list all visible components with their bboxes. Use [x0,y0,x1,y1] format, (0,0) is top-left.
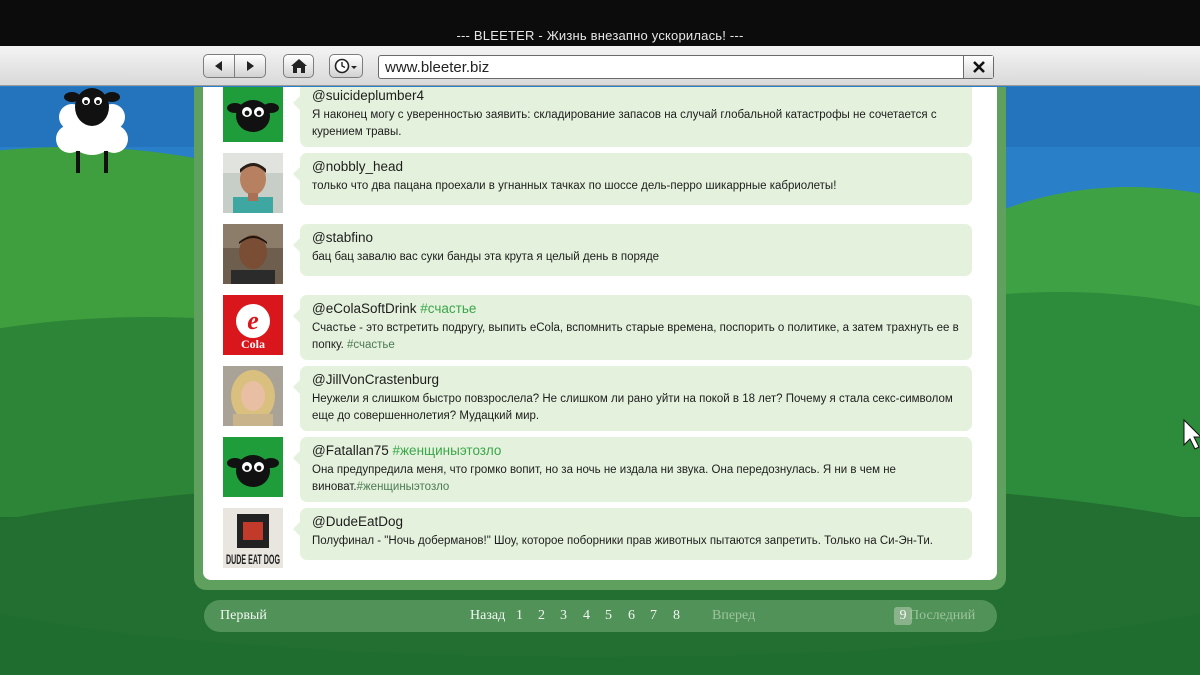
nav-button-group [203,54,266,78]
hashtag-link[interactable]: #женщиныэтозло [393,443,502,458]
window-title: --- BLEETER - Жизнь внезапно ускорилась!… [456,28,744,43]
bleet-bubble: @eColaSoftDrink #счастье Счастье - это в… [293,295,972,360]
dude-eat-dog-logo-avatar[interactable]: DUDE EAT DOG [223,508,283,568]
browser-toolbar [0,46,1200,86]
back-button[interactable] [204,55,234,77]
svg-text:e: e [247,306,259,335]
bleet-post: @suicideplumber4 Я наконец могу с уверен… [203,87,997,147]
prev-page-link[interactable]: Назад [470,608,505,624]
bleet-handle[interactable]: @suicideplumber4 [312,87,960,104]
home-icon [290,59,307,73]
bleet-bubble: @JillVonCrastenburg Неужели я слишком бы… [293,366,972,431]
woman-photo-avatar[interactable] [223,366,283,426]
svg-text:Cola: Cola [241,337,265,351]
bleet-post: e Cola @eColaSoftDrink #счастье Счастье -… [203,288,997,360]
clear-url-button[interactable] [963,56,993,78]
bleet-handle[interactable]: @nobbly_head [312,158,960,175]
feed-panel: @suicideplumber4 Я наконец могу с уверен… [203,87,997,580]
bleet-text: Полуфинал - "Ночь доберманов!" Шоу, кото… [312,535,933,547]
page-link[interactable]: 8 [673,608,680,624]
bleet-bubble: @suicideplumber4 Я наконец могу с уверен… [293,87,972,147]
back-arrow-icon [215,61,223,71]
bleet-text: Я наконец могу с уверенностью заявить: с… [312,109,937,138]
sheep-avatar[interactable] [223,437,283,497]
address-bar [378,55,994,79]
forward-button[interactable] [234,55,265,77]
pagination-bar: Первый Назад 1 2 3 4 5 6 7 8 9 Вперед По… [204,600,997,632]
next-page-link: Вперед [712,608,756,623]
page-link[interactable]: 7 [650,608,657,624]
bleet-handle[interactable]: @JillVonCrastenburg [312,371,960,388]
bleet-bubble: @stabfino бац бац завалю вас суки банды … [293,224,972,276]
page-link[interactable]: 3 [560,608,567,624]
page-link[interactable]: 4 [583,608,590,624]
hashtag-link[interactable]: #женщиныэтозло [357,481,450,493]
bleet-post: @JillVonCrastenburg Неужели я слишком бы… [203,359,997,431]
bleet-post: DUDE EAT DOG @DudeEatDog Полуфинал - "Но… [203,501,997,572]
bleet-bubble: @Fatallan75 #женщиныэтозло Она предупред… [293,437,972,502]
svg-text:DUDE EAT DOG: DUDE EAT DOG [226,551,280,567]
page-link[interactable]: 2 [538,608,545,624]
bleet-handle[interactable]: @DudeEatDog [312,513,960,530]
bleet-text: Неужели я слишком быстро повзрослела? Не… [312,393,953,422]
window-titlebar: --- BLEETER - Жизнь внезапно ускорилась!… [0,0,1200,46]
bleet-feed: @suicideplumber4 Я наконец могу с уверен… [203,87,997,572]
clock-icon [334,58,357,74]
close-icon [972,61,985,73]
history-button[interactable] [329,54,363,78]
bleet-handle[interactable]: @Fatallan75 #женщиныэтозло [312,442,960,459]
forward-arrow-icon [247,61,255,71]
hashtag-link[interactable]: #счастье [347,339,395,351]
bleet-text: Она предупредила меня, что громко вопит,… [312,464,896,493]
url-input[interactable] [379,56,959,78]
bleet-handle[interactable]: @stabfino [312,229,960,246]
bleet-handle[interactable]: @eColaSoftDrink #счастье [312,300,960,317]
page-link[interactable]: 1 [516,608,523,624]
man-photo-avatar[interactable] [223,153,283,213]
bleet-post: @stabfino бац бац завалю вас суки банды … [203,217,997,288]
bleet-bubble: @DudeEatDog Полуфинал - "Ночь доберманов… [293,508,972,560]
page-link[interactable]: 6 [628,608,635,624]
home-button[interactable] [283,54,314,78]
bleet-text: бац бац завалю вас суки банды эта крута … [312,251,660,263]
last-page-link: Последний [909,608,976,623]
bleet-post: @Fatallan75 #женщиныэтозло Она предупред… [203,430,997,502]
bleet-text: только что два пацана проехали в угнанны… [312,180,837,192]
first-page-link[interactable]: Первый [220,608,267,624]
page-link[interactable]: 5 [605,608,612,624]
hashtag-link[interactable]: #счастье [420,301,476,316]
sheep-avatar[interactable] [223,87,283,142]
man-photo-avatar[interactable] [223,224,283,284]
ecola-logo-avatar[interactable]: e Cola [223,295,283,355]
bleet-bubble: @nobbly_head только что два пацана проех… [293,153,972,205]
bleet-post: @nobbly_head только что два пацана проех… [203,146,997,217]
bleet-text: Счастье - это встретить подругу, выпить … [312,322,959,351]
